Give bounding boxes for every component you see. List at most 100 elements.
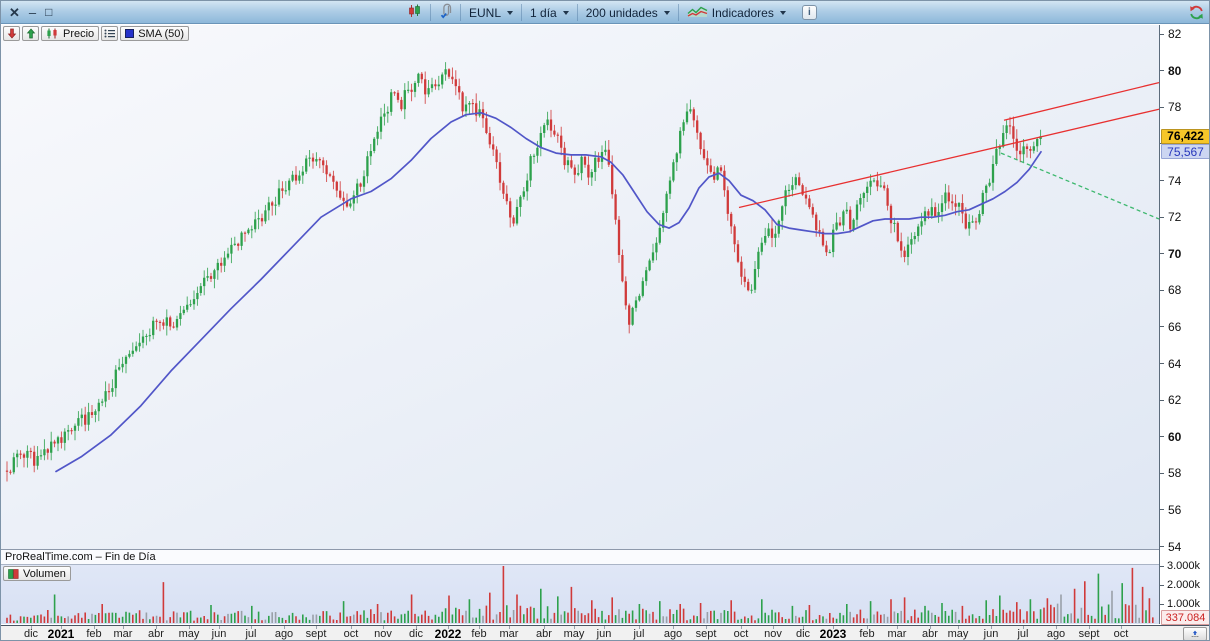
time-tick-label: abr <box>148 626 164 641</box>
candlestick-icon <box>46 28 59 39</box>
time-tick-label: nov <box>764 626 782 641</box>
volume-indicator-button[interactable]: Volumen <box>3 566 71 581</box>
time-tick-label: feb <box>471 626 486 641</box>
sma-color-swatch-icon <box>125 29 134 38</box>
watermark-row: ProRealTime.com – Fin de Día <box>1 549 1159 564</box>
time-tick-label: ago <box>664 626 682 641</box>
instrument-label: EUNL <box>469 6 501 20</box>
pane-settings-list-button[interactable] <box>101 26 118 41</box>
price-axis[interactable]: 8280787674727068666462605856543.000k2.00… <box>1159 25 1210 624</box>
time-tick-label: jul <box>1017 626 1028 641</box>
time-axis[interactable]: dic2021febmarabrmayjunjulagoseptoctnovdi… <box>1 625 1210 641</box>
units-selector[interactable]: 200 unidades <box>577 4 678 21</box>
time-tick-label: 2021 <box>48 626 75 641</box>
indicators-label: Indicadores <box>712 6 774 20</box>
sma-label: SMA (50) <box>138 27 184 41</box>
volume-icon <box>8 569 19 579</box>
platform-watermark: ProRealTime.com – Fin de Día <box>5 551 156 563</box>
time-tick-label: dic <box>796 626 810 641</box>
volume-tick-label: 1.000k <box>1160 598 1200 610</box>
time-tick-label: jun <box>984 626 999 641</box>
indicators-menu-button[interactable]: Indicadores <box>678 4 794 21</box>
volume-tick-label: 2.000k <box>1160 579 1200 591</box>
info-button[interactable]: i <box>802 5 817 20</box>
time-tick-label: sept <box>1079 626 1100 641</box>
price-tick-label: 80 <box>1160 64 1181 78</box>
price-tick-label: 58 <box>1160 466 1181 480</box>
window-controls: ✕ – □ <box>9 1 52 24</box>
price-tick-label: 72 <box>1160 210 1181 224</box>
link-toggle-button[interactable] <box>430 4 460 21</box>
time-tick-label: feb <box>86 626 101 641</box>
time-tick-label: jun <box>212 626 227 641</box>
move-pane-down-button[interactable] <box>3 26 20 41</box>
chevron-down-icon <box>664 11 670 15</box>
time-tick-label: mar <box>500 626 519 641</box>
chevron-down-icon <box>563 11 569 15</box>
time-tick-label: sept <box>306 626 327 641</box>
sma-indicator-button[interactable]: SMA (50) <box>120 26 189 41</box>
price-series-label: Precio <box>63 27 94 41</box>
price-tick-label: 82 <box>1160 27 1181 41</box>
time-tick-label: mar <box>888 626 907 641</box>
last-price-box: 76,422 <box>1161 129 1210 144</box>
price-tick-label: 64 <box>1160 357 1181 371</box>
price-chart-canvas[interactable] <box>1 25 1159 624</box>
units-label: 200 unidades <box>586 6 658 20</box>
sma-value-box: 75,567 <box>1161 144 1210 159</box>
time-tick-label: dic <box>24 626 38 641</box>
time-tick-label: jun <box>597 626 612 641</box>
time-tick-label: jul <box>633 626 644 641</box>
price-tick-label: 60 <box>1160 430 1181 444</box>
price-pane-legend: Precio SMA (50) <box>3 26 189 41</box>
indicator-wave-icon <box>687 4 708 21</box>
price-tick-label: 78 <box>1160 100 1181 114</box>
chart-region: Precio SMA (50) ProRealTime.com – Fin de… <box>1 25 1210 624</box>
prorealtime-window: ✕ – □ <box>0 0 1210 641</box>
time-tick-label: oct <box>1114 626 1129 641</box>
price-tick-label: 56 <box>1160 503 1181 517</box>
price-tick-label: 74 <box>1160 174 1181 188</box>
price-tick-label: 62 <box>1160 393 1181 407</box>
time-tick-label: ago <box>1047 626 1065 641</box>
time-tick-label: 2023 <box>820 626 847 641</box>
time-tick-label: nov <box>374 626 392 641</box>
time-tick-label: mar <box>114 626 133 641</box>
chevron-down-icon <box>507 11 513 15</box>
volume-label: Volumen <box>23 567 66 581</box>
price-tick-label: 70 <box>1160 247 1181 261</box>
timeframe-selector[interactable]: 1 día <box>521 4 577 21</box>
price-tick-label: 54 <box>1160 540 1181 554</box>
price-tick-label: 68 <box>1160 283 1181 297</box>
time-tick-label: feb <box>859 626 874 641</box>
candlestick-style-icon <box>408 4 422 21</box>
time-tick-label: dic <box>409 626 423 641</box>
volume-tick-label: 3.000k <box>1160 560 1200 572</box>
time-tick-label: oct <box>344 626 359 641</box>
time-tick-label: sept <box>696 626 717 641</box>
chart-style-button[interactable] <box>400 4 430 21</box>
price-series-button[interactable]: Precio <box>41 26 99 41</box>
time-tick-label: may <box>564 626 585 641</box>
maximize-window-button[interactable]: □ <box>45 1 52 24</box>
scroll-to-latest-button[interactable] <box>1183 627 1207 641</box>
move-pane-up-button[interactable] <box>22 26 39 41</box>
main-toolbar: ✕ – □ <box>1 1 1210 24</box>
time-tick-label: oct <box>734 626 749 641</box>
paperclip-check-icon <box>439 3 452 23</box>
time-tick-label: abr <box>536 626 552 641</box>
instrument-selector[interactable]: EUNL <box>460 4 521 21</box>
minimize-window-button[interactable]: – <box>29 1 36 24</box>
time-tick-label: ago <box>275 626 293 641</box>
time-tick-label: abr <box>922 626 938 641</box>
time-tick-label: jul <box>245 626 256 641</box>
volume-value-box: 337.084 <box>1161 610 1210 625</box>
price-tick-label: 66 <box>1160 320 1181 334</box>
chevron-down-icon <box>780 11 786 15</box>
refresh-icon[interactable] <box>1188 4 1205 26</box>
time-tick-label: 2022 <box>435 626 462 641</box>
close-window-button[interactable]: ✕ <box>9 1 20 24</box>
timeframe-label: 1 día <box>530 6 557 20</box>
time-tick-label: may <box>948 626 969 641</box>
time-tick-label: may <box>179 626 200 641</box>
